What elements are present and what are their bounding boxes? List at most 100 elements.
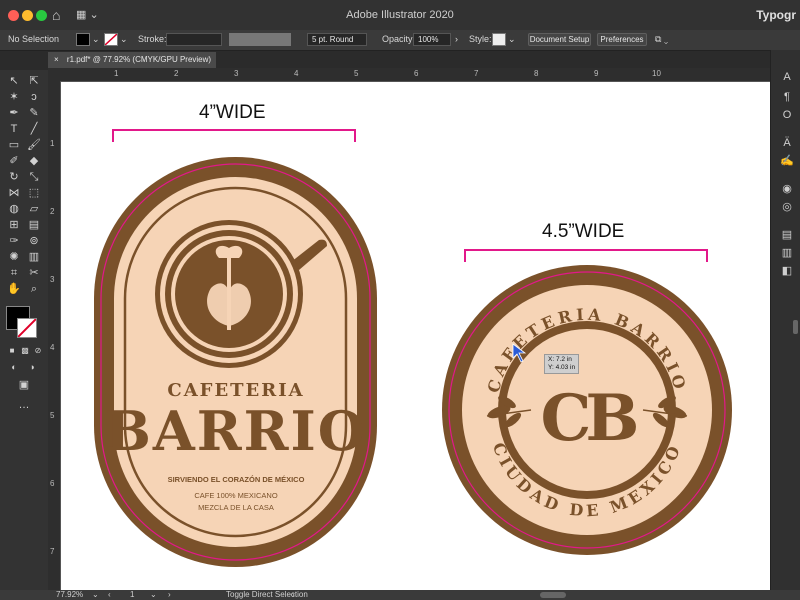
fill-swatch[interactable]: [76, 33, 90, 46]
ruler-tick-label: 3: [234, 69, 239, 78]
ruler-tick-label: 4: [50, 343, 55, 352]
preferences-button[interactable]: Preferences: [597, 33, 647, 46]
mesh-tool-icon[interactable]: ⊞: [6, 218, 22, 232]
oval-line1: CAFE 100% MEXICANO: [194, 491, 278, 500]
ruler-tick-label: 5: [50, 411, 55, 420]
color-panel-icon[interactable]: ◉: [779, 182, 795, 196]
artboard-dropdown-icon[interactable]: ⌄: [150, 590, 157, 600]
zoom-level-field[interactable]: 77.92%: [56, 590, 83, 600]
width-tool-icon[interactable]: ⋈: [6, 186, 22, 200]
opacity-field[interactable]: 100%: [413, 33, 451, 46]
graph-tool-icon[interactable]: ▥: [26, 250, 42, 264]
scale-tool-icon[interactable]: ⤡: [26, 170, 42, 184]
hand-tool-icon[interactable]: ✋: [6, 282, 22, 296]
stroke-color-box[interactable]: [17, 318, 37, 338]
magic-wand-tool-icon[interactable]: ✶: [6, 90, 22, 104]
oval-word2: BARRIO: [105, 399, 367, 463]
direct-selection-tool-icon[interactable]: ⇱: [26, 74, 42, 88]
more-tools-icon[interactable]: …: [16, 398, 32, 412]
selection-status: No Selection: [8, 34, 60, 44]
ruler-tick-label: 1: [114, 69, 119, 78]
swatches-panel-icon[interactable]: ◎: [779, 200, 795, 214]
artboards-panel-icon[interactable]: ▥: [779, 246, 795, 260]
document-tab[interactable]: × r1.pdf* @ 77.92% (CMYK/GPU Preview): [48, 52, 216, 68]
tooltip-y: Y: 4.03 in: [548, 364, 576, 371]
right-width-bracket[interactable]: [464, 249, 708, 262]
zoom-dropdown-icon[interactable]: ⌄: [92, 590, 99, 600]
rotate-tool-icon[interactable]: ↻: [6, 170, 22, 184]
oval-badge[interactable]: CAFETERIA BARRIO SIRVIENDO EL CORAZÓN DE…: [94, 157, 377, 567]
opacity-label: Opacity:: [382, 34, 416, 44]
horizontal-scrollbar-thumb[interactable]: [540, 592, 566, 598]
artboard-number-field[interactable]: 1: [130, 590, 134, 600]
draw-behind-icon[interactable]: ◑: [24, 360, 40, 374]
selection-tool-icon[interactable]: ↖: [6, 74, 22, 88]
opacity-arrow-icon[interactable]: ›: [455, 33, 458, 46]
pen-tool-icon[interactable]: ✒: [6, 106, 22, 120]
rectangle-tool-icon[interactable]: ▭: [6, 138, 22, 152]
gradient-tool-icon[interactable]: ▤: [26, 218, 42, 232]
shaper-tool-icon[interactable]: ✐: [6, 154, 22, 168]
ruler-tick-label: 1: [50, 139, 55, 148]
symbol-sprayer-tool-icon[interactable]: ✺: [6, 250, 22, 264]
appearance-panel-icon[interactable]: ◧: [779, 264, 795, 278]
document-setup-button[interactable]: Document Setup: [528, 33, 591, 46]
style-dropdown-icon[interactable]: ⌄: [508, 33, 516, 46]
app-title: Adobe Illustrator 2020: [346, 9, 454, 21]
left-width-bracket[interactable]: [112, 129, 356, 142]
stroke-weight-field[interactable]: [166, 33, 222, 46]
horizontal-ruler[interactable]: 1 2 3 4 5 6 7 8 9 10: [48, 68, 770, 82]
ruler-tick-label: 2: [174, 69, 179, 78]
change-screen-mode-icon[interactable]: ▣: [16, 378, 32, 392]
workspace-switcher[interactable]: Typogr: [756, 8, 796, 22]
tooltip-x: X: 7.2 in: [548, 356, 572, 363]
artboard-canvas[interactable]: 4”WIDE 4.5”WIDE CAFETERIA BARRIO SIRVIEN…: [61, 82, 770, 590]
none-mode-icon[interactable]: ⊘: [30, 344, 46, 358]
blend-tool-icon[interactable]: ⊚: [26, 234, 42, 248]
slice-tool-icon[interactable]: ✂: [26, 266, 42, 280]
style-label: Style:: [469, 34, 492, 44]
artboard-tool-icon[interactable]: ⌗: [6, 266, 22, 280]
eraser-tool-icon[interactable]: ◆: [26, 154, 42, 168]
eyedropper-tool-icon[interactable]: ✑: [6, 234, 22, 248]
opentype-panel-icon[interactable]: O: [779, 108, 795, 122]
character-styles-icon[interactable]: ✍: [779, 154, 795, 168]
line-tool-icon[interactable]: ╱: [26, 122, 42, 136]
lasso-tool-icon[interactable]: ↄ: [26, 90, 42, 104]
tool-hint: Toggle Direct Selection: [226, 590, 308, 599]
glyphs-panel-icon[interactable]: Ä: [779, 136, 795, 150]
fill-dropdown-icon[interactable]: ⌄: [92, 33, 100, 46]
perspective-grid-tool-icon[interactable]: ▱: [26, 202, 42, 216]
stroke-label: Stroke:: [138, 34, 167, 44]
graphic-style-swatch[interactable]: [492, 33, 506, 46]
stroke-swatch[interactable]: [104, 33, 118, 46]
status-menu-icon[interactable]: ›: [292, 590, 295, 600]
variable-width-profile[interactable]: [229, 33, 291, 46]
vertical-scrollbar-thumb[interactable]: [793, 320, 798, 334]
right-panel-dock: A ¶ O Ä ✍ ◉ ◎ ▤ ▥ ◧: [770, 50, 800, 590]
next-artboard-icon[interactable]: ›: [168, 590, 171, 600]
ruler-tick-label: 3: [50, 275, 55, 284]
close-tab-icon[interactable]: ×: [54, 55, 59, 64]
character-panel-icon[interactable]: A: [779, 70, 795, 84]
ruler-tick-label: 7: [50, 547, 55, 556]
ruler-tick-label: 7: [474, 69, 479, 78]
stroke-dropdown-icon[interactable]: ⌄: [120, 33, 128, 46]
arrange-icon[interactable]: ⧉ ⌄: [655, 33, 668, 46]
paintbrush-tool-icon[interactable]: 🖌: [26, 138, 42, 152]
vertical-ruler[interactable]: 1 2 3 4 5 6 7: [48, 81, 61, 590]
title-bar: ⌂ ▦ ⌄ Adobe Illustrator 2020 Typogr: [0, 0, 800, 31]
shape-builder-tool-icon[interactable]: ◍: [6, 202, 22, 216]
none-swatch-icon: [17, 318, 37, 338]
previous-artboard-icon[interactable]: ‹: [108, 590, 111, 600]
artwork-layer: CAFETERIA BARRIO SIRVIENDO EL CORAZÓN DE…: [94, 129, 732, 567]
zoom-tool-icon[interactable]: ⌕: [26, 282, 42, 296]
brush-definition-select[interactable]: 5 pt. Round: [307, 33, 367, 46]
type-tool-icon[interactable]: T: [6, 122, 22, 136]
draw-normal-icon[interactable]: ◐: [6, 360, 22, 374]
free-transform-tool-icon[interactable]: ⬚: [26, 186, 42, 200]
curvature-tool-icon[interactable]: ✎: [26, 106, 42, 120]
paragraph-panel-icon[interactable]: ¶: [779, 90, 795, 104]
layers-panel-icon[interactable]: ▤: [779, 228, 795, 242]
circle-badge[interactable]: CAFETERIA BARRIO CIUDAD DE MEXICO CB: [442, 265, 732, 555]
